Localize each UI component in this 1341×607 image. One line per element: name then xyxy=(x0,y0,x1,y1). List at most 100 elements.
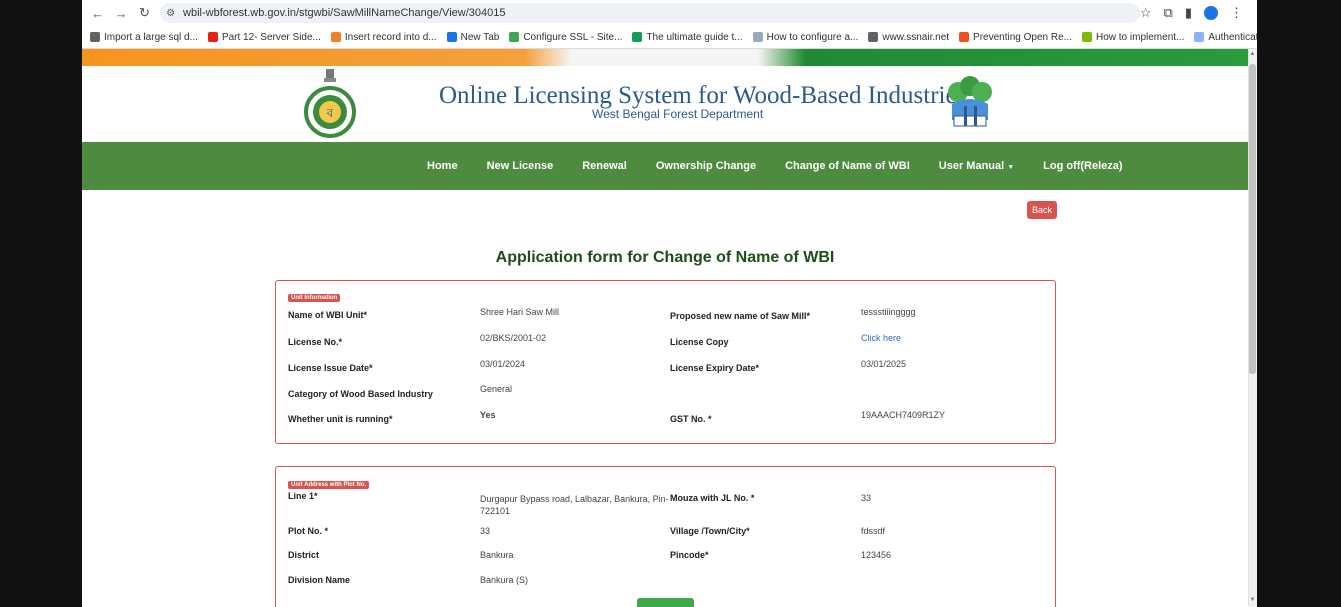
field-label: License No.* xyxy=(288,337,343,347)
bookmark-label: Insert record into d... xyxy=(344,31,437,43)
nav-ownership-change[interactable]: Ownership Change xyxy=(656,160,756,172)
back-arrow-icon[interactable]: ← xyxy=(90,5,105,21)
bookmarks-bar: Import a large sql d... Part 12- Server S… xyxy=(82,26,1257,48)
bookmark-label: Part 12- Server Side... xyxy=(221,31,321,43)
nav-renewal[interactable]: Renewal xyxy=(582,160,627,172)
bookmark-label: Preventing Open Re... xyxy=(973,31,1072,43)
bookmark-item[interactable]: New Tab xyxy=(446,31,500,43)
field-value: tessstiiingggg xyxy=(861,307,916,317)
field-label: Pincode* xyxy=(670,550,709,560)
nav-user-manual[interactable]: User Manual ▼ xyxy=(939,160,1014,172)
bookmark-item[interactable]: Part 12- Server Side... xyxy=(207,31,321,43)
view-button-partial[interactable] xyxy=(637,598,694,607)
forward-arrow-icon[interactable]: → xyxy=(113,5,128,21)
field-value: Yes xyxy=(480,410,496,420)
screen-margin-right xyxy=(1257,0,1341,607)
screen-margin-left xyxy=(0,0,82,607)
field-value: 33 xyxy=(861,493,872,503)
browser-chrome: ← → ↻ ⚙ wbil-wbforest.wb.gov.in/stgwbi/S… xyxy=(82,0,1257,49)
bookmark-label: Import a large sql d... xyxy=(104,31,198,43)
bookmark-favicon-icon xyxy=(446,32,457,42)
section-badge: Unit Address with Plot No. xyxy=(288,481,370,489)
menu-kebab-icon[interactable]: ⋮ xyxy=(1230,5,1243,21)
bookmark-item[interactable]: How to implement... xyxy=(1082,32,1184,43)
unit-information-card: Unit Information Name of WBI Unit* Shree… xyxy=(275,280,1056,444)
bookmark-item[interactable]: Import a large sql d... xyxy=(90,32,198,43)
forest-department-logo-icon xyxy=(948,76,992,127)
section-badge: Unit Information xyxy=(288,294,341,302)
bookmark-item[interactable]: Authentication And... xyxy=(1194,32,1257,43)
nav-change-of-name[interactable]: Change of Name of WBI xyxy=(785,160,910,172)
scroll-up-arrow-icon[interactable]: ▲ xyxy=(1249,51,1256,59)
field-value: Durgapur Bypass road, Lalbazar, Bankura,… xyxy=(480,494,669,516)
nav-logoff[interactable]: Log off(Releza) xyxy=(1043,160,1122,172)
field-value: General xyxy=(480,384,513,394)
field-value: Bankura xyxy=(480,550,514,560)
bookmark-label: The ultimate guide t... xyxy=(646,31,743,43)
field-label: Village /Town/City* xyxy=(670,526,750,536)
sidepanel-icon[interactable]: ▮ xyxy=(1185,5,1192,21)
field-value: 33 xyxy=(480,526,491,536)
field-label: GST No. * xyxy=(670,414,712,424)
bookmark-favicon-icon xyxy=(330,32,341,42)
field-value: 123456 xyxy=(861,550,892,560)
field-label: District xyxy=(288,550,320,560)
bookmark-item[interactable]: Preventing Open Re... xyxy=(959,32,1072,43)
field-value: 02/BKS/2001-02 xyxy=(480,333,547,343)
site-title: Online Licensing System for Wood-Based I… xyxy=(439,82,967,109)
scroll-down-arrow-icon[interactable]: ▼ xyxy=(1249,597,1256,605)
field-label: License Expiry Date* xyxy=(670,363,760,373)
field-label: Category of Wood Based Industry xyxy=(288,389,433,399)
site-header: ব Online Licensing System for Wood-Based… xyxy=(82,66,1248,142)
nav-new-license[interactable]: New License xyxy=(487,160,554,172)
profile-avatar[interactable] xyxy=(1204,6,1218,20)
field-value: fdssdf xyxy=(861,526,886,536)
bookmark-favicon-icon xyxy=(868,32,879,42)
page-content: ব Online Licensing System for Wood-Based… xyxy=(82,49,1248,607)
bookmark-item[interactable]: www.ssnair.net xyxy=(868,32,949,43)
nav-user-manual-label: User Manual xyxy=(938,160,1005,172)
nav-home[interactable]: Home xyxy=(427,160,458,172)
field-label: Proposed new name of Saw Mill* xyxy=(670,311,811,321)
field-value: Bankura (S) xyxy=(480,575,529,585)
bookmark-label: Configure SSL - Site... xyxy=(523,31,623,43)
bookmark-label: www.ssnair.net xyxy=(882,31,950,43)
bookmark-item[interactable]: The ultimate guide t... xyxy=(632,31,743,43)
field-value: 19AAACH7409R1ZY xyxy=(861,410,946,420)
field-label: License Issue Date* xyxy=(288,363,373,373)
field-label: License Copy xyxy=(670,337,729,347)
state-emblem-icon: ব xyxy=(304,69,356,138)
main-navbar: Home New License Renewal Ownership Chang… xyxy=(82,142,1248,190)
form-title: Application form for Change of Name of W… xyxy=(495,249,835,266)
extensions-icon[interactable]: ⧉ xyxy=(1164,5,1173,21)
reload-icon[interactable]: ↻ xyxy=(137,5,152,21)
browser-window: ← → ↻ ⚙ wbil-wbforest.wb.gov.in/stgwbi/S… xyxy=(82,0,1257,607)
bookmark-label: New Tab xyxy=(460,31,500,43)
back-button[interactable]: Back xyxy=(1027,201,1057,219)
caret-down-icon: ▼ xyxy=(1007,164,1015,171)
scrollbar-thumb[interactable] xyxy=(1249,64,1256,374)
field-label: Plot No. * xyxy=(288,526,328,536)
bookmark-item[interactable]: Insert record into d... xyxy=(330,31,437,43)
bookmark-favicon-icon xyxy=(509,32,520,42)
license-copy-link[interactable]: Click here xyxy=(861,333,901,343)
field-value: Shree Hari Saw Mill xyxy=(480,307,560,317)
bookmark-favicon-icon xyxy=(632,32,643,42)
url-text: wbil-wbforest.wb.gov.in/stgwbi/SawMillNa… xyxy=(183,7,506,19)
bookmark-item[interactable]: Configure SSL - Site... xyxy=(509,32,622,43)
bookmark-label: How to implement... xyxy=(1096,31,1185,43)
field-label: Division Name xyxy=(288,575,351,585)
unit-address-card: Unit Address with Plot No. Line 1* Durga… xyxy=(275,466,1056,607)
bookmark-favicon-icon xyxy=(207,32,218,42)
bookmark-favicon-icon xyxy=(1082,32,1092,42)
address-bar[interactable]: ⚙ wbil-wbforest.wb.gov.in/stgwbi/SawMill… xyxy=(160,3,1140,23)
bookmark-favicon-icon xyxy=(90,32,100,42)
bookmark-item[interactable]: How to configure a... xyxy=(752,32,858,43)
site-info-icon[interactable]: ⚙ xyxy=(166,8,175,19)
bookmark-star-icon[interactable]: ☆ xyxy=(1140,5,1152,21)
tricolor-banner xyxy=(82,49,1248,66)
browser-actions: ☆ ⧉ ▮ ⋮ xyxy=(1140,5,1257,21)
bookmark-favicon-icon xyxy=(1194,32,1205,42)
bookmark-favicon-icon xyxy=(959,32,970,42)
bookmark-label: Authentication And... xyxy=(1208,31,1257,43)
